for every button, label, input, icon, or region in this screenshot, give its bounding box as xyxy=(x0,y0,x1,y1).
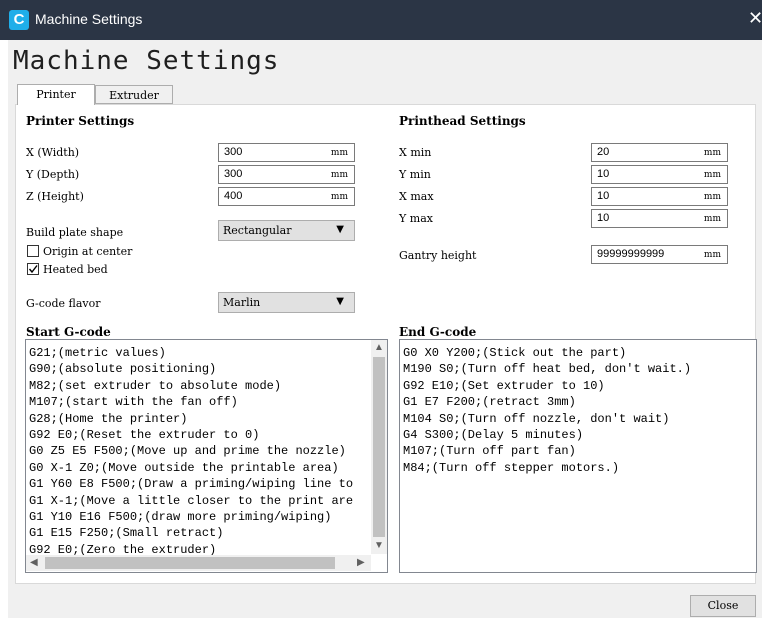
end-gcode-title: End G-code xyxy=(399,325,477,339)
end-gcode-editor[interactable]: G0 X0 Y200;(Stick out the part) M190 S0;… xyxy=(399,339,757,573)
chevron-down-icon: ▼ xyxy=(336,296,344,307)
x-width-input[interactable]: 300 mm xyxy=(218,143,355,162)
y-depth-label: Y (Depth) xyxy=(26,168,80,181)
z-height-input[interactable]: 400 mm xyxy=(218,187,355,206)
gantry-height-input[interactable]: 99999999999 mm xyxy=(591,245,728,264)
vertical-scrollbar-thumb[interactable] xyxy=(373,357,385,537)
gantry-height-value: 99999999999 xyxy=(597,248,665,260)
app-icon: C xyxy=(9,10,29,30)
build-plate-shape-label: Build plate shape xyxy=(26,226,124,239)
window-title: Machine Settings xyxy=(35,11,143,27)
unit-label: mm xyxy=(330,148,348,158)
unit-label: mm xyxy=(330,192,348,202)
printhead-settings-title: Printhead Settings xyxy=(399,114,526,128)
y-depth-input[interactable]: 300 mm xyxy=(218,165,355,184)
build-plate-shape-value: Rectangular xyxy=(223,224,292,237)
x-max-label: X max xyxy=(399,190,434,203)
chevron-down-icon: ▼ xyxy=(336,224,344,235)
y-depth-value: 300 xyxy=(224,168,243,180)
x-min-value: 20 xyxy=(597,146,610,158)
y-max-input[interactable]: 10 mm xyxy=(591,209,728,228)
scroll-right-icon[interactable]: ▶ xyxy=(357,557,365,568)
end-gcode-text: G0 X0 Y200;(Stick out the part) M190 S0;… xyxy=(403,346,692,475)
gantry-height-label: Gantry height xyxy=(399,249,477,262)
origin-at-center-label: Origin at center xyxy=(43,245,133,258)
y-min-input[interactable]: 10 mm xyxy=(591,165,728,184)
unit-label: mm xyxy=(703,214,721,224)
x-max-value: 10 xyxy=(597,190,610,202)
heated-bed-checkbox[interactable] xyxy=(27,263,39,275)
unit-label: mm xyxy=(703,250,721,260)
unit-label: mm xyxy=(330,170,348,180)
page-title: Machine Settings xyxy=(13,46,280,76)
close-icon[interactable]: ✕ xyxy=(748,8,762,29)
tab-extruder[interactable]: Extruder xyxy=(95,85,173,104)
y-max-value: 10 xyxy=(597,212,610,224)
gcode-flavor-select[interactable]: Marlin ▼ xyxy=(218,292,355,313)
close-button[interactable]: Close xyxy=(690,595,756,617)
z-height-label: Z (Height) xyxy=(26,190,84,203)
y-min-label: Y min xyxy=(399,168,431,181)
horizontal-scrollbar-thumb[interactable] xyxy=(45,557,335,569)
x-width-value: 300 xyxy=(224,146,243,158)
y-max-label: Y max xyxy=(399,212,433,225)
gcode-flavor-label: G-code flavor xyxy=(26,297,101,310)
z-height-value: 400 xyxy=(224,190,243,202)
heated-bed-label: Heated bed xyxy=(43,263,108,276)
checkmark-icon xyxy=(28,265,38,274)
scroll-up-icon[interactable]: ▲ xyxy=(374,342,384,353)
gcode-flavor-value: Marlin xyxy=(223,296,261,309)
start-gcode-text: G21;(metric values) G90;(absolute positi… xyxy=(29,346,354,557)
y-min-value: 10 xyxy=(597,168,610,180)
start-gcode-title: Start G-code xyxy=(26,325,111,339)
scroll-down-icon[interactable]: ▼ xyxy=(374,540,384,551)
x-width-label: X (Width) xyxy=(26,146,80,159)
x-min-input[interactable]: 20 mm xyxy=(591,143,728,162)
scroll-left-icon[interactable]: ◀ xyxy=(30,557,38,568)
x-max-input[interactable]: 10 mm xyxy=(591,187,728,206)
unit-label: mm xyxy=(703,192,721,202)
x-min-label: X min xyxy=(399,146,432,159)
tab-printer[interactable]: Printer xyxy=(17,84,95,105)
printer-settings-title: Printer Settings xyxy=(26,114,135,128)
unit-label: mm xyxy=(703,170,721,180)
build-plate-shape-select[interactable]: Rectangular ▼ xyxy=(218,220,355,241)
start-gcode-editor[interactable]: G21;(metric values) G90;(absolute positi… xyxy=(25,339,388,573)
unit-label: mm xyxy=(703,148,721,158)
origin-at-center-checkbox[interactable] xyxy=(27,245,39,257)
